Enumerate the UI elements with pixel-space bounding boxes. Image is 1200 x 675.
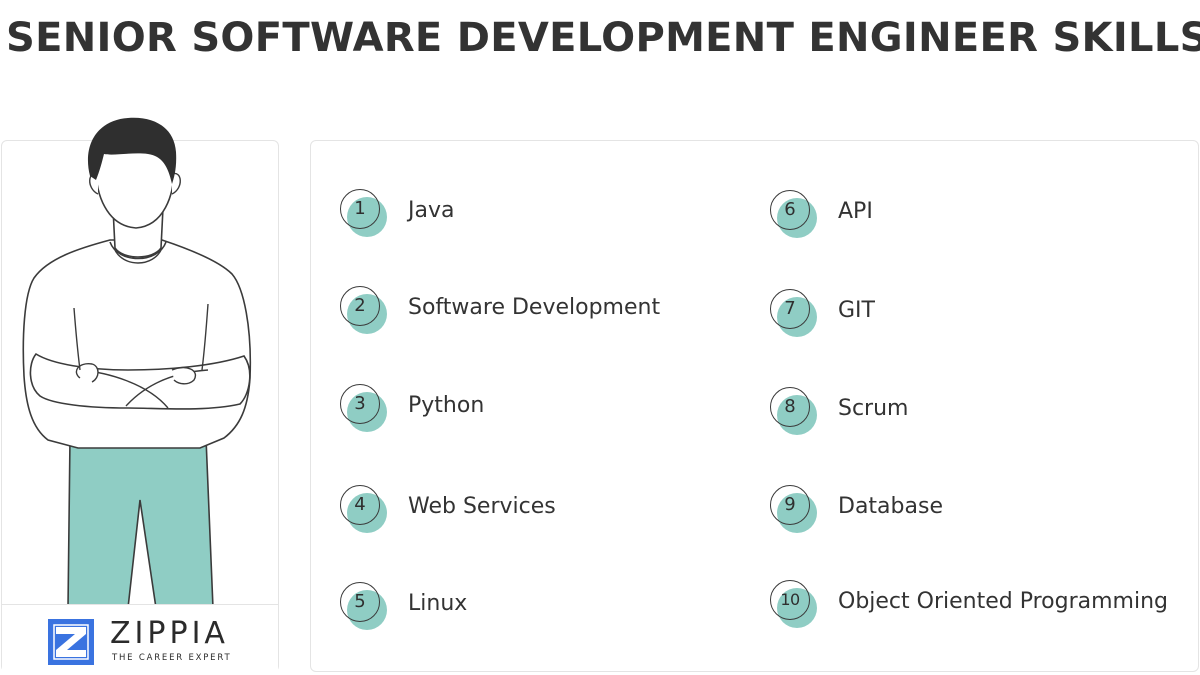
number-badge: 9 <box>769 484 821 536</box>
skill-label: Software Development <box>408 295 661 320</box>
skill-item: 10 Object Oriented Programming <box>769 579 1194 629</box>
person-illustration <box>22 117 252 608</box>
skill-label: Database <box>838 494 943 519</box>
number-badge: 4 <box>339 484 391 536</box>
skill-label: Java <box>408 198 455 223</box>
skill-item: 8 Scrum <box>769 386 1194 436</box>
skill-item: 7 GIT <box>769 288 1194 338</box>
skill-item: 1 Java <box>339 188 739 238</box>
skill-number: 4 <box>354 494 366 515</box>
skill-number: 8 <box>784 396 796 417</box>
zippia-logo-icon <box>48 619 94 665</box>
skill-item: 9 Database <box>769 484 1194 534</box>
number-badge: 2 <box>339 285 391 337</box>
number-badge: 7 <box>769 288 821 340</box>
number-badge: 3 <box>339 383 391 435</box>
skill-item: 4 Web Services <box>339 484 739 534</box>
hand-right <box>171 366 197 385</box>
number-badge: 6 <box>769 189 821 241</box>
skill-label: Scrum <box>838 396 909 421</box>
skill-number: 6 <box>784 199 796 220</box>
skill-number: 10 <box>780 590 800 609</box>
skill-label: Python <box>408 393 485 418</box>
skill-item: 6 API <box>769 189 1194 239</box>
skill-item: 3 Python <box>339 383 739 433</box>
skill-item: 5 Linux <box>339 581 739 631</box>
skill-item: 2 Software Development <box>339 285 739 335</box>
number-badge: 10 <box>769 579 821 631</box>
page-title: SENIOR SOFTWARE DEVELOPMENT ENGINEER SKI… <box>6 15 1200 61</box>
brand-bar: ZIPPIA THE CAREER EXPERT <box>2 604 278 673</box>
skill-number: 3 <box>354 393 366 414</box>
number-badge: 5 <box>339 581 391 633</box>
skill-label: Web Services <box>408 494 556 519</box>
skill-number: 5 <box>354 591 366 612</box>
pants <box>67 437 214 608</box>
skill-label: Object Oriented Programming <box>838 589 1168 614</box>
brand-tagline: THE CAREER EXPERT <box>112 653 232 663</box>
skill-number: 9 <box>784 494 796 515</box>
skill-label: GIT <box>838 298 875 323</box>
brand-name: ZIPPIA <box>110 616 229 651</box>
number-badge: 8 <box>769 386 821 438</box>
sweater <box>22 239 252 449</box>
skill-label: API <box>838 199 873 224</box>
skill-label: Linux <box>408 591 468 616</box>
number-badge: 1 <box>339 188 391 240</box>
skill-number: 2 <box>354 295 366 316</box>
skill-number: 7 <box>784 298 796 319</box>
skill-number: 1 <box>354 198 366 219</box>
